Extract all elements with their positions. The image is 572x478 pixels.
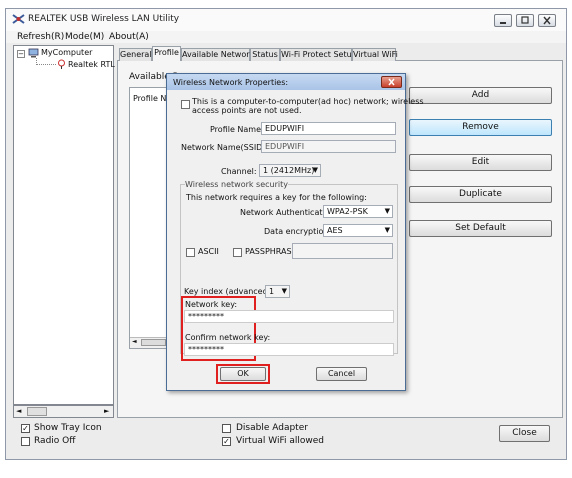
auth-value: WPA2-PSK [327, 207, 368, 216]
menu-refresh[interactable]: Refresh(R) [17, 32, 64, 42]
disable-adapter-checkbox[interactable] [222, 424, 231, 433]
scroll-thumb[interactable] [27, 407, 47, 416]
encryption-label: Data encryption: [264, 227, 332, 236]
profile-list[interactable] [129, 87, 169, 349]
tree-line [36, 64, 56, 65]
chevron-down-icon: ▼ [384, 207, 390, 215]
tab-general[interactable]: General [119, 48, 152, 61]
menu-mode[interactable]: Mode(M) [65, 32, 104, 42]
channel-select[interactable]: 1 (2412MHz) ▼ [259, 164, 321, 177]
profile-name-input[interactable]: EDUPWIFI [261, 122, 396, 135]
cancel-button[interactable]: Cancel [316, 367, 367, 381]
add-button[interactable]: Add [409, 87, 552, 104]
encryption-value: AES [327, 226, 343, 235]
show-tray-label: Show Tray Icon [34, 423, 102, 433]
ascii-checkbox[interactable] [186, 248, 195, 257]
adhoc-text-line-1: This is a computer-to-computer(ad hoc) n… [192, 97, 424, 106]
adhoc-checkbox[interactable] [181, 100, 190, 109]
ssid-label: Network Name(SSID): [181, 143, 269, 152]
app-icon [12, 13, 25, 25]
show-tray-checkbox[interactable]: ✓ [21, 424, 30, 433]
ok-button[interactable]: OK [220, 367, 266, 381]
scroll-right-icon[interactable]: ► [104, 407, 109, 415]
computer-icon [28, 48, 39, 61]
key-index-label: Key index (advanced): [184, 287, 274, 296]
channel-label: Channel: [221, 167, 257, 176]
ssid-input[interactable]: EDUPWIFI [261, 140, 396, 153]
tree-expand-icon[interactable]: − [17, 50, 25, 58]
scroll-left-icon[interactable]: ◄ [16, 407, 21, 415]
minimize-button[interactable] [494, 14, 512, 27]
ascii-label: ASCII [198, 247, 219, 256]
adhoc-text-line-2: access points are not used. [192, 106, 302, 115]
profile-list-header: Profile N [133, 94, 167, 103]
set-default-button[interactable]: Set Default [409, 220, 552, 237]
network-key-input[interactable]: ********* [184, 310, 394, 323]
security-description: This network requires a key for the foll… [186, 193, 367, 202]
confirm-key-input[interactable]: ********* [184, 343, 394, 356]
chevron-down-icon: ▼ [312, 166, 318, 174]
remove-button[interactable]: Remove [409, 119, 552, 136]
channel-value: 1 (2412MHz) [263, 166, 315, 175]
tab-profile[interactable]: Profile [152, 46, 181, 61]
chevron-down-icon: ▼ [384, 226, 390, 234]
tab-wifi-protect-setup[interactable]: Wi-Fi Protect Setup [280, 48, 357, 61]
tab-virtual-wifi[interactable]: Virtual WiFi [352, 48, 398, 61]
passphrase-checkbox[interactable] [233, 248, 242, 257]
network-key-label: Network key: [185, 300, 238, 309]
passphrase-input[interactable] [292, 243, 393, 259]
profile-scroll-thumb[interactable] [141, 339, 166, 346]
menu-about[interactable]: About(A) [109, 32, 149, 42]
encryption-select[interactable]: AES ▼ [323, 224, 393, 237]
dialog-close-button[interactable] [381, 76, 402, 88]
chevron-down-icon: ▼ [281, 287, 287, 295]
radio-off-checkbox[interactable] [21, 437, 30, 446]
profile-name-label: Profile Name: [210, 125, 264, 134]
duplicate-button[interactable]: Duplicate [409, 186, 552, 203]
tree-child-label[interactable]: Realtek RTL [68, 60, 115, 69]
edit-button[interactable]: Edit [409, 154, 552, 171]
close-window-button[interactable] [538, 14, 556, 27]
tree-root-label[interactable]: MyComputer [41, 48, 92, 57]
maximize-button[interactable] [516, 14, 534, 27]
disable-adapter-label: Disable Adapter [236, 423, 308, 433]
confirm-key-label: Confirm network key: [185, 333, 271, 342]
profile-scroll-left-icon[interactable]: ◄ [132, 338, 137, 345]
window-title: REALTEK USB Wireless LAN Utility [28, 14, 180, 24]
dialog-title: Wireless Network Properties: [173, 78, 289, 87]
device-tree[interactable] [13, 45, 114, 405]
radio-off-label: Radio Off [34, 436, 76, 446]
passphrase-label: PASSPHRASE [245, 247, 297, 256]
adapter-icon [57, 59, 66, 72]
security-group-title: Wireless network security [185, 180, 288, 189]
key-index-select[interactable]: 1 ▼ [265, 285, 290, 298]
virtual-wifi-checkbox[interactable]: ✓ [222, 437, 231, 446]
close-button[interactable]: Close [499, 425, 550, 442]
tab-status[interactable]: Status [250, 48, 280, 61]
virtual-wifi-label: Virtual WiFi allowed [236, 436, 324, 446]
auth-select[interactable]: WPA2-PSK ▼ [323, 205, 393, 218]
tab-available-network[interactable]: Available Network [181, 48, 254, 61]
key-index-value: 1 [269, 287, 275, 296]
